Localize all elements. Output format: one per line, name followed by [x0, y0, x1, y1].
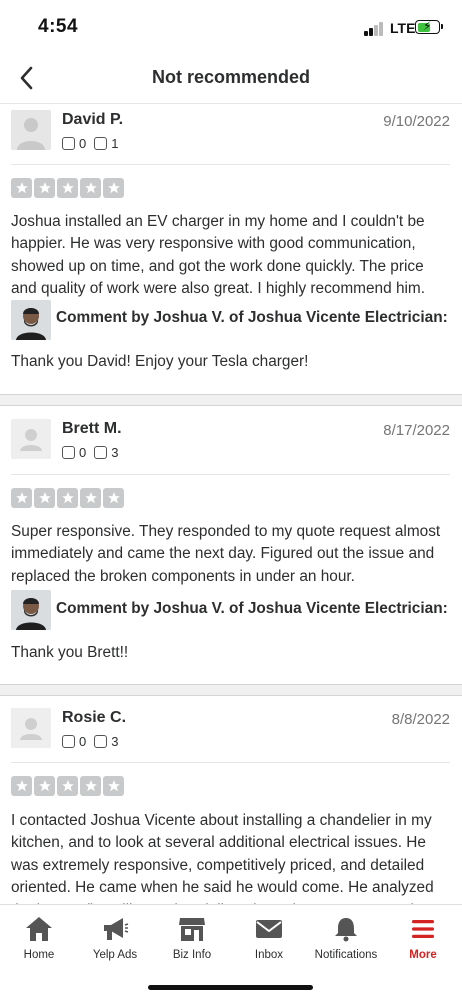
tab-biz-info[interactable]: Biz Info: [153, 913, 231, 969]
review-count: 1: [94, 136, 118, 151]
star-icon: [80, 776, 101, 796]
divider: [11, 474, 450, 475]
star-icon: [34, 776, 55, 796]
network-type: LTE: [390, 20, 416, 36]
status-bar: 4:54 LTE ⚡: [0, 0, 462, 52]
user-avatar[interactable]: [11, 110, 51, 150]
star-icon: [34, 488, 55, 508]
star-icon: [103, 488, 124, 508]
star-icon: [57, 776, 78, 796]
friends-count: 0: [62, 136, 86, 151]
friends-icon: [62, 446, 75, 459]
reviewer-stats: 0 1: [62, 136, 126, 151]
tab-label: Notifications: [314, 949, 378, 961]
friends-icon: [62, 735, 75, 748]
owner-photo-icon: [11, 300, 51, 340]
divider: [11, 164, 450, 165]
tab-bar: Home Yelp Ads Biz Info Inbox Notificatio…: [0, 904, 462, 1000]
review-card: Rosie C. 8/8/2022 0 3 I contacted Joshua…: [0, 696, 462, 904]
star-icon: [103, 776, 124, 796]
navigation-bar: Not recommended: [0, 52, 462, 104]
owner-photo-icon: [11, 590, 51, 630]
cellular-signal-icon: [364, 22, 386, 36]
star-icon: [57, 178, 78, 198]
star-rating: [11, 178, 126, 198]
battery-icon: ⚡: [415, 19, 443, 34]
tab-more[interactable]: More: [384, 913, 462, 969]
review-count: 3: [94, 734, 118, 749]
review-text: Super responsive. They responded to my q…: [11, 523, 441, 585]
review-date: 9/10/2022: [383, 113, 450, 130]
review-text: Joshua installed an EV charger in my hom…: [11, 213, 426, 298]
tab-inbox[interactable]: Inbox: [230, 913, 308, 969]
reviews-list[interactable]: David P. 9/10/2022 0 1 Joshua installed …: [0, 104, 462, 904]
star-icon: [11, 178, 32, 198]
star-icon: [11, 776, 32, 796]
section-divider: [0, 394, 462, 406]
reviewer-stats: 0 3: [62, 445, 126, 460]
home-icon: [24, 915, 54, 943]
tab-notifications[interactable]: Notifications: [307, 913, 385, 969]
tab-label: More: [409, 949, 437, 961]
review-date: 8/8/2022: [391, 711, 450, 728]
tab-yelp-ads[interactable]: Yelp Ads: [76, 913, 154, 969]
tab-home[interactable]: Home: [0, 913, 78, 969]
star-rating: [11, 488, 126, 508]
review-count: 3: [94, 445, 118, 460]
star-icon: [11, 488, 32, 508]
tab-label: Yelp Ads: [92, 949, 138, 961]
star-icon: [57, 488, 78, 508]
review-card: David P. 9/10/2022 0 1 Joshua installed …: [0, 104, 462, 394]
star-icon: [80, 488, 101, 508]
tab-label: Inbox: [254, 949, 284, 961]
star-outline-icon: [94, 137, 108, 150]
divider: [11, 762, 450, 763]
review-text: I contacted Joshua Vicente about install…: [11, 812, 439, 904]
megaphone-icon: [100, 915, 130, 943]
user-avatar[interactable]: [11, 419, 51, 459]
storefront-icon: [177, 915, 207, 943]
reviewer-name[interactable]: Rosie C.: [62, 709, 126, 727]
star-rating: [11, 776, 126, 796]
default-avatar-icon: [11, 708, 51, 748]
user-avatar[interactable]: [11, 708, 51, 748]
tab-label: Home: [23, 949, 55, 961]
default-avatar-icon: [11, 110, 51, 150]
reviewer-name[interactable]: Brett M.: [62, 420, 122, 438]
star-outline-icon: [94, 446, 108, 459]
envelope-icon: [254, 915, 284, 943]
review-card: Brett M. 8/17/2022 0 3 Super responsive.…: [0, 406, 462, 686]
star-icon: [34, 178, 55, 198]
friends-count: 0: [62, 734, 86, 749]
star-icon: [103, 178, 124, 198]
home-indicator: [148, 985, 313, 990]
star-outline-icon: [94, 735, 108, 748]
star-icon: [80, 178, 101, 198]
page-title: Not recommended: [151, 67, 311, 87]
reviewer-stats: 0 3: [62, 734, 126, 749]
hamburger-menu-icon: [408, 915, 438, 943]
owner-comment-label: Comment by Joshua V. of Joshua Vicente E…: [56, 309, 448, 326]
owner-comment-label: Comment by Joshua V. of Joshua Vicente E…: [56, 600, 448, 617]
default-avatar-icon: [11, 419, 51, 459]
tab-label: Biz Info: [172, 949, 212, 961]
owner-avatar[interactable]: [11, 300, 51, 340]
review-date: 8/17/2022: [383, 422, 450, 439]
reviewer-name[interactable]: David P.: [62, 111, 123, 129]
owner-reply: Thank you David! Enjoy your Tesla charge…: [11, 353, 309, 370]
friends-count: 0: [62, 445, 86, 460]
owner-reply: Thank you Brett!!: [11, 644, 129, 661]
status-time: 4:54: [38, 16, 79, 37]
friends-icon: [62, 137, 75, 150]
owner-avatar[interactable]: [11, 590, 51, 630]
section-divider: [0, 684, 462, 696]
bell-icon: [331, 915, 361, 943]
